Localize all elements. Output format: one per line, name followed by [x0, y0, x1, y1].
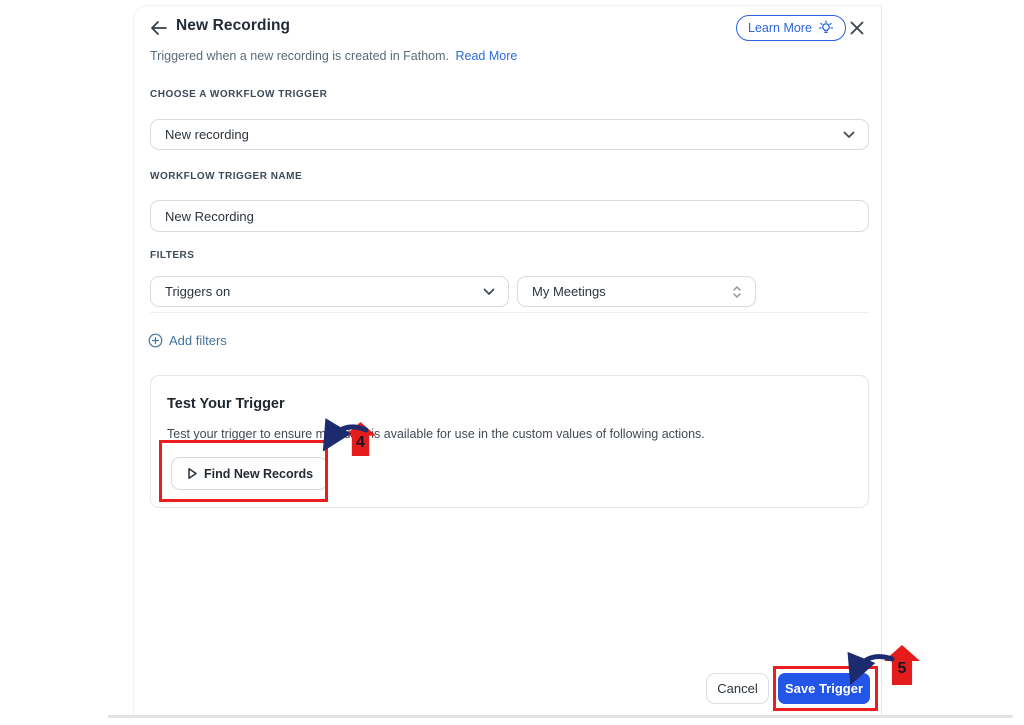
workflow-trigger-selected-value: New recording	[165, 127, 249, 142]
filter-type-selected-value: Triggers on	[165, 284, 230, 299]
chevron-up-down-icon	[732, 285, 742, 299]
lightbulb-icon	[818, 20, 834, 36]
workflow-trigger-label: CHOOSE A WORKFLOW TRIGGER	[150, 89, 327, 100]
filter-scope-select[interactable]: My Meetings	[517, 276, 756, 307]
trigger-description-text: Triggered when a new recording is create…	[150, 49, 449, 63]
trigger-name-input[interactable]	[150, 200, 869, 232]
app-canvas: New Recording Learn More Triggered when …	[0, 0, 1024, 725]
filters-divider	[150, 312, 869, 313]
annotation-step-number-4: 4	[356, 435, 365, 451]
back-button[interactable]	[146, 16, 170, 40]
filter-type-select[interactable]: Triggers on	[150, 276, 509, 307]
read-more-link[interactable]: Read More	[455, 49, 517, 63]
add-filters-button[interactable]: Add filters	[148, 330, 227, 350]
filters-label: FILTERS	[150, 250, 194, 261]
chevron-down-icon	[483, 288, 495, 296]
annotation-highlight-find-records	[159, 440, 328, 502]
trigger-name-label: WORKFLOW TRIGGER NAME	[150, 171, 302, 182]
learn-more-button[interactable]: Learn More	[736, 15, 846, 41]
close-icon	[850, 21, 864, 35]
learn-more-label: Learn More	[748, 21, 812, 35]
chevron-down-icon	[843, 131, 855, 139]
filter-scope-selected-value: My Meetings	[532, 284, 606, 299]
page-bottom-divider	[108, 715, 1013, 718]
arrow-left-icon	[150, 21, 167, 35]
new-recording-trigger-panel	[133, 5, 882, 716]
cancel-button[interactable]: Cancel	[706, 673, 769, 704]
plus-circle-icon	[148, 333, 163, 348]
close-button[interactable]	[847, 18, 867, 38]
annotation-highlight-save-trigger	[773, 666, 878, 711]
annotation-step-marker-5: 5	[884, 645, 920, 685]
page-title: New Recording	[176, 17, 290, 35]
add-filters-label: Add filters	[169, 333, 227, 348]
test-trigger-description: Test your trigger to ensure metadata is …	[167, 427, 847, 441]
test-trigger-title: Test Your Trigger	[167, 396, 285, 412]
cancel-label: Cancel	[717, 681, 757, 696]
trigger-description: Triggered when a new recording is create…	[150, 49, 517, 63]
workflow-trigger-select[interactable]: New recording	[150, 119, 869, 150]
annotation-step-number-5: 5	[898, 661, 907, 677]
